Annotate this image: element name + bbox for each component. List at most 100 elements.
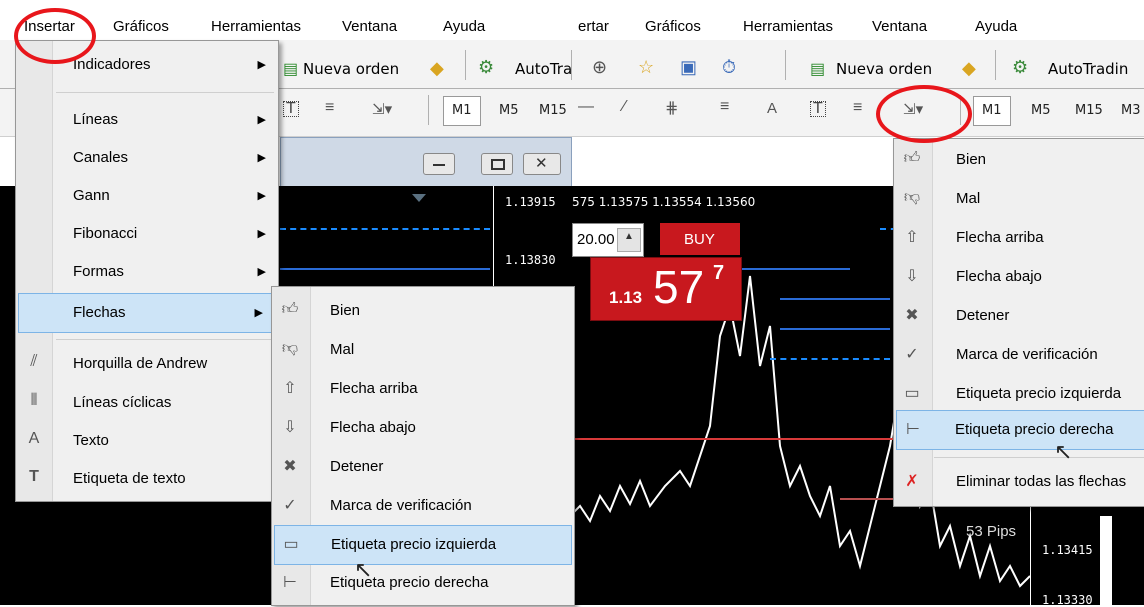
price-tick: 1.13915 [505,195,556,209]
checkmark-icon: ✓ [905,346,919,363]
dropdown-item-bien[interactable]: 👍︎ Bien [894,141,1144,179]
submenu-item-mal[interactable]: 👎︎ Mal [272,331,574,369]
dropdown-item-mal[interactable]: 👎︎ Mal [894,180,1144,218]
buy-price-panel[interactable]: 1.13 57 7 [590,257,742,321]
timeframe-m5[interactable]: M5 [499,103,519,118]
checkmark-icon: ✓ [283,497,297,514]
menu-item-canales[interactable]: Canales ▶ [16,139,278,177]
menu-ventana-2[interactable]: Ventana [872,18,927,35]
text-label-icon-2[interactable]: T [810,101,826,117]
menu-item-flechas[interactable]: Flechas ▶ [18,293,276,333]
stop-icon: ✖ [905,307,919,324]
submenu-item-etiqueta-derecha[interactable]: ⊢ Etiqueta precio derecha [272,564,574,602]
dropdown-item-flecha-abajo[interactable]: ⇩ Flecha abajo [894,258,1144,296]
menu-ventana[interactable]: Ventana [342,18,397,35]
arrow-up-icon: ⇧ [283,380,297,397]
timeframe-m5-2[interactable]: M5 [1031,103,1051,118]
thumbs-up-icon: 👍︎ [903,150,921,167]
arrows-dropdown: 👍︎ Bien 👎︎ Mal ⇧ Flecha arriba ⇩ Flecha abaj… [893,138,1144,507]
stop-icon: ✖ [283,458,297,475]
new-order-icon: ▤ [283,61,299,78]
chart-window-titlebar: ✕ [280,137,572,189]
lot-stepper-up[interactable]: ▲ [617,228,641,252]
quote-line: 575 1.13575 1.13554 1.13560 [572,195,756,209]
restore-button[interactable] [481,153,513,175]
timeframe-m1[interactable]: M1 [452,103,472,118]
crosshair-icon[interactable]: ⊕ [592,57,607,78]
menu-item-texto[interactable]: A Texto [16,422,278,460]
price-tick: 1.13415 [1042,543,1093,557]
fibonacci-icon-3[interactable]: ≡ [853,99,862,117]
right-price-label-icon: ⊢ [906,421,920,438]
favorites-icon[interactable]: ☆ [638,57,654,78]
menu-item-gann[interactable]: Gann ▶ [16,177,278,215]
timeframe-m1-2[interactable]: M1 [982,103,1002,118]
submenu-item-etiqueta-izquierda[interactable]: ▭ Etiqueta precio izquierda [274,525,572,565]
dropdown-item-marca[interactable]: ✓ Marca de verificación [894,336,1144,374]
timeframe-m15-2[interactable]: M15 [1075,103,1103,118]
menu-item-fibonacci[interactable]: Fibonacci ▶ [16,215,278,253]
buy-label: BUY [684,231,715,248]
menu-item-lineas-ciclicas[interactable]: ⦀ Líneas cíclicas [16,384,278,422]
submenu-item-detener[interactable]: ✖ Detener [272,448,574,486]
text-icon: A [28,430,40,447]
gold-bar-icon[interactable]: ◆ [430,58,444,79]
annotation-circle [876,85,972,143]
horizontal-line-icon[interactable]: — [578,98,594,116]
thumbs-up-icon: 👍︎ [281,301,299,318]
text-icon[interactable]: A [767,100,777,117]
menu-ayuda-2[interactable]: Ayuda [975,18,1017,35]
new-order-button-2[interactable]: Nueva orden [836,60,932,78]
autotrading-icon-2: ⚙ [1012,57,1029,77]
menu-herramientas-2[interactable]: Herramientas [743,18,833,35]
gold-bar-icon-2[interactable]: ◆ [962,58,976,79]
gann-icon[interactable]: ⋕ [665,98,678,118]
menu-item-lineas[interactable]: Líneas ▶ [16,101,278,139]
menu-graficos[interactable]: Gráficos [113,18,169,35]
menu-ayuda[interactable]: Ayuda [443,18,485,35]
dropdown-item-etiqueta-izquierda[interactable]: ▭ Etiqueta precio izquierda [894,375,1144,413]
dropdown-item-detener[interactable]: ✖ Detener [894,297,1144,335]
price-tick: 1.13830 [505,253,556,267]
buy-button-header[interactable]: BUY [660,223,740,255]
fibonacci-icon[interactable]: ≡ [325,99,334,117]
dropdown-item-eliminar[interactable]: ✗ Eliminar todas las flechas [894,463,1144,501]
menu-item-etiqueta-texto[interactable]: T Etiqueta de texto [16,460,278,498]
submenu-item-marca[interactable]: ✓ Marca de verificación [272,487,574,525]
buy-price-sup: 7 [713,262,725,284]
timeframe-m15[interactable]: M15 [539,103,567,118]
submenu-item-bien[interactable]: 👍︎ Bien [272,292,574,330]
fibonacci-icon-2[interactable]: ≡ [720,98,729,116]
lot-input[interactable]: 20.00 ▲ [572,223,644,257]
navigator-icon[interactable]: ▣ [680,57,697,78]
timeframe-m30-2[interactable]: M3 [1121,103,1141,118]
text-label-icon: T [29,468,39,485]
autotrading-icon: ⚙ [478,57,495,77]
submenu-item-flecha-abajo[interactable]: ⇩ Flecha abajo [272,409,574,447]
menu-herramientas[interactable]: Herramientas [211,18,301,35]
menu-item-horquilla[interactable]: ⫽ Horquilla de Andrew [16,345,278,383]
menu-bar: Insertar Gráficos Herramientas Ventana A… [0,0,1144,40]
terminal-icon[interactable]: ⏱ [722,57,736,78]
autotrading-button-2[interactable]: AutoTradin [1048,60,1128,78]
arrow-up-icon: ⇧ [905,229,919,246]
delete-arrows-icon: ✗ [905,473,919,490]
menu-item-formas[interactable]: Formas ▶ [16,253,278,291]
thumbs-down-icon: 👎︎ [903,189,921,206]
submenu-item-flecha-arriba[interactable]: ⇧ Flecha arriba [272,370,574,408]
dropdown-item-etiqueta-derecha[interactable]: ⊢ Etiqueta precio derecha [896,410,1144,450]
menu-graficos-2[interactable]: Gráficos [645,18,701,35]
arrows-dropdown-icon[interactable]: ⇲▾ [372,100,392,118]
autotrading-button[interactable]: AutoTra [515,60,572,78]
left-price-label-icon: ▭ [283,536,299,553]
minimize-button[interactable] [423,153,455,175]
close-button[interactable]: ✕ [523,153,561,175]
lot-value: 20.00 [577,231,615,248]
new-order-button[interactable]: Nueva orden [303,60,399,78]
dropdown-item-flecha-arriba[interactable]: ⇧ Flecha arriba [894,219,1144,257]
text-label-icon[interactable]: T [283,101,299,117]
pips-label: 53 Pips [966,523,1017,540]
insert-menu: Indicadores ▶ Líneas ▶ Canales ▶ Gann ▶ Fibo… [15,40,279,502]
menu-insertar-2[interactable]: ertar [578,18,609,35]
trendline-icon[interactable]: ⁄ [623,98,626,116]
